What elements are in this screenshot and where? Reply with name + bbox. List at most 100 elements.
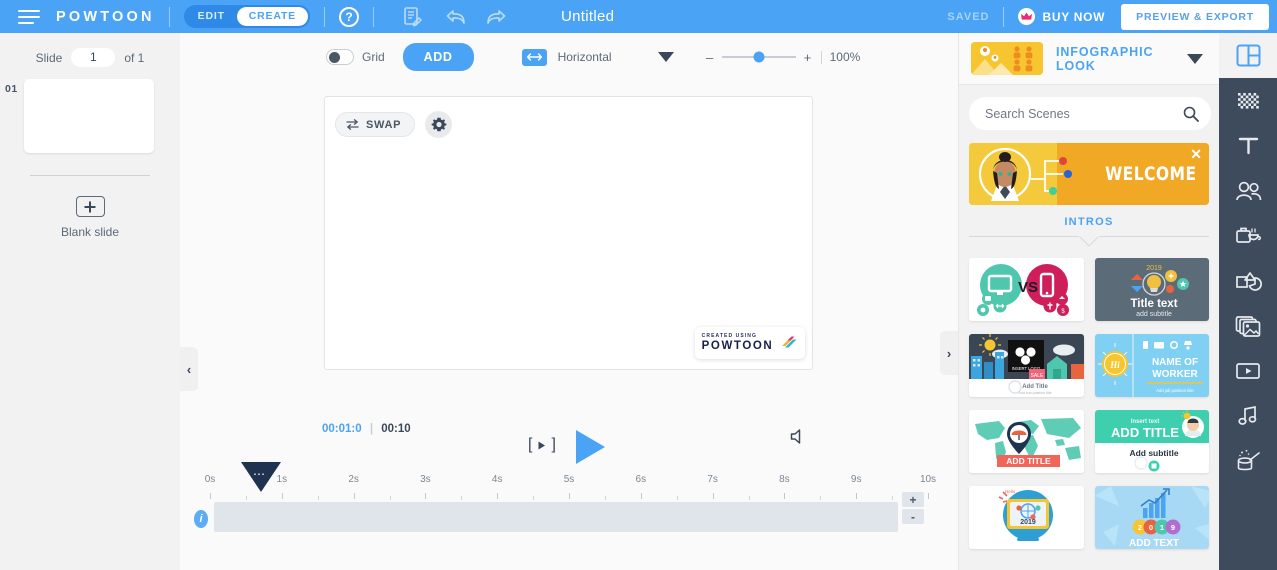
characters-icon[interactable] — [1219, 168, 1277, 213]
magnifier-icon — [1183, 106, 1199, 122]
scenes-icon[interactable] — [1219, 33, 1277, 78]
timeline-zoom-in-button[interactable]: + — [902, 492, 924, 507]
stage-toolbar: Grid ADD Horizontal – + 100% — [180, 33, 958, 81]
timeline-tick-minor — [317, 496, 319, 500]
slide-number-input[interactable] — [71, 48, 116, 67]
category-divider — [969, 236, 1209, 247]
buy-now-label: BUY NOW — [1042, 9, 1106, 24]
swap-button[interactable]: SWAP — [335, 112, 416, 137]
help-icon[interactable]: ? — [339, 6, 359, 27]
header-right-group: SAVED BUY NOW PREVIEW & EXPORT — [947, 3, 1277, 30]
document-title[interactable]: Untitled — [561, 8, 614, 25]
svg-text:2019: 2019 — [1020, 519, 1036, 526]
tab-create[interactable]: CREATE — [236, 7, 308, 26]
svg-text:ADD TITLE: ADD TITLE — [1006, 456, 1051, 466]
background-icon[interactable] — [1219, 78, 1277, 123]
chevron-left-icon[interactable]: ‹ — [180, 347, 198, 391]
search-row — [959, 85, 1219, 130]
time-separator: | — [369, 423, 374, 435]
timeline-tick — [210, 493, 211, 499]
infographic-look-thumbnail[interactable] — [971, 42, 1043, 75]
undo-arrow-icon[interactable] — [445, 8, 469, 26]
timeline-tick-minor — [461, 496, 463, 500]
close-icon[interactable]: ✕ — [1190, 147, 1202, 161]
text-icon[interactable] — [1219, 123, 1277, 168]
step-frame-button[interactable]: [ ] — [528, 436, 556, 454]
powtoon-logo: POWTOON — [56, 8, 155, 25]
shapes-icon[interactable] — [1219, 258, 1277, 303]
mode-toggle[interactable]: EDIT CREATE — [183, 5, 310, 28]
svg-text:ADD TITLE: ADD TITLE — [1111, 425, 1179, 440]
slide-index-label: 01 — [5, 83, 18, 95]
redo-arrow-icon[interactable] — [483, 8, 507, 26]
zoom-in-button[interactable]: + — [803, 50, 813, 65]
svg-text:WORKER: WORKER — [1152, 369, 1198, 380]
powtoon-watermark: CREATED USING POWTOON — [695, 327, 805, 359]
chevron-down-icon[interactable] — [1187, 53, 1203, 64]
chevron-right-icon[interactable]: › — [940, 331, 958, 375]
timeline-track-row: i + - — [180, 492, 958, 538]
zoom-slider[interactable] — [721, 51, 796, 63]
images-icon[interactable] — [1219, 303, 1277, 348]
playhead-handle-icon[interactable]: ⋯ — [241, 462, 281, 496]
search-input[interactable] — [985, 106, 1183, 121]
scene-library-panel: INFOGRAPHIC LOOK Search Scenes ✕ WELCOME… — [958, 33, 1219, 570]
tab-edit[interactable]: EDIT — [186, 7, 237, 26]
hamburger-icon[interactable] — [18, 9, 40, 24]
gear-icon[interactable] — [425, 111, 452, 138]
category-label: INTROS — [1064, 216, 1114, 228]
step-bracket-right: ] — [551, 436, 556, 453]
timeline-track[interactable] — [214, 502, 898, 532]
timeline-tick-label: 3s — [420, 474, 431, 485]
preview-export-button[interactable]: PREVIEW & EXPORT — [1121, 3, 1269, 30]
scene-card-world-map-add-title[interactable]: ADD TITLE — [969, 410, 1084, 473]
timeline-tick-label: 4s — [491, 474, 503, 485]
timeline-tick-label: 6s — [635, 474, 647, 485]
zoom-slider-thumb[interactable] — [753, 51, 765, 63]
step-frame-icon — [538, 441, 546, 449]
watermark-bottom-text: POWTOON — [701, 339, 774, 352]
scene-card-2019-monitor[interactable]: 2019 Hello — [969, 486, 1084, 549]
add-blank-slide-button[interactable] — [75, 196, 105, 217]
svg-text:1: 1 — [1159, 523, 1163, 532]
timeline-tick-label: 10s — [919, 474, 937, 485]
search-scenes-box[interactable] — [969, 97, 1211, 130]
timeline-tick-label: 9s — [850, 474, 862, 485]
scene-card-insert-logo-city[interactable]: INSERT LOGO SALE Add Title Add sub posit… — [969, 334, 1084, 397]
watermark-top-text: CREATED USING — [701, 332, 757, 339]
info-icon[interactable]: i — [194, 510, 208, 528]
music-icon[interactable] — [1219, 393, 1277, 438]
orientation-label: Horizontal — [557, 50, 612, 64]
svg-text:Title text: Title text — [1130, 298, 1177, 310]
timeline-tick — [569, 493, 570, 499]
scene-card-title-text-2019[interactable]: 2019 Title text add subtitle — [1094, 258, 1209, 321]
effects-icon[interactable] — [1219, 438, 1277, 483]
timeline-tick-label: 7s — [707, 474, 718, 485]
buy-now-button[interactable]: BUY NOW — [1018, 8, 1105, 25]
app-header: POWTOON EDIT CREATE ? Untitled SAVED BUY… — [0, 0, 1277, 33]
timeline-tick — [784, 493, 786, 499]
speaker-mute-icon[interactable] — [790, 428, 809, 445]
scene-card-vs-desktop-mobile[interactable]: VS $ — [969, 258, 1084, 321]
chevron-down-icon[interactable] — [657, 52, 674, 62]
slide-thumbnail[interactable] — [24, 79, 154, 153]
props-icon[interactable] — [1219, 213, 1277, 258]
zoom-out-button[interactable]: – — [705, 50, 715, 65]
video-icon[interactable] — [1219, 348, 1277, 393]
scene-card-2019-chart-add-text[interactable]: 2 0 1 9 ADD TEXT — [1094, 486, 1209, 549]
scene-card-add-title-subtitle[interactable]: Insert text ADD TITLE Add subtitle — [1094, 410, 1209, 473]
timeline-tick-label: 5s — [563, 474, 575, 485]
play-triangle-icon[interactable] — [576, 430, 605, 464]
scene-card-name-of-worker[interactable]: Hi NAME OF WORKER Add job position title — [1094, 334, 1209, 397]
timeline-zoom-out-button[interactable]: - — [902, 509, 924, 524]
horizontal-arrows-icon[interactable] — [521, 48, 547, 66]
slide-canvas[interactable]: SWAP CREATED USING POWTOON — [324, 96, 813, 370]
time-display: 00:01:0 | 00:10 — [322, 423, 411, 435]
grid-toggle[interactable] — [326, 49, 354, 65]
timeline-tick-minor — [533, 496, 535, 500]
timeline-tick-label: 0s — [204, 474, 216, 485]
add-button[interactable]: ADD — [402, 43, 474, 71]
welcome-promo-banner[interactable]: ✕ WELCOME — [969, 143, 1209, 205]
header-divider-4 — [1003, 6, 1005, 27]
document-edit-icon[interactable] — [402, 6, 423, 28]
